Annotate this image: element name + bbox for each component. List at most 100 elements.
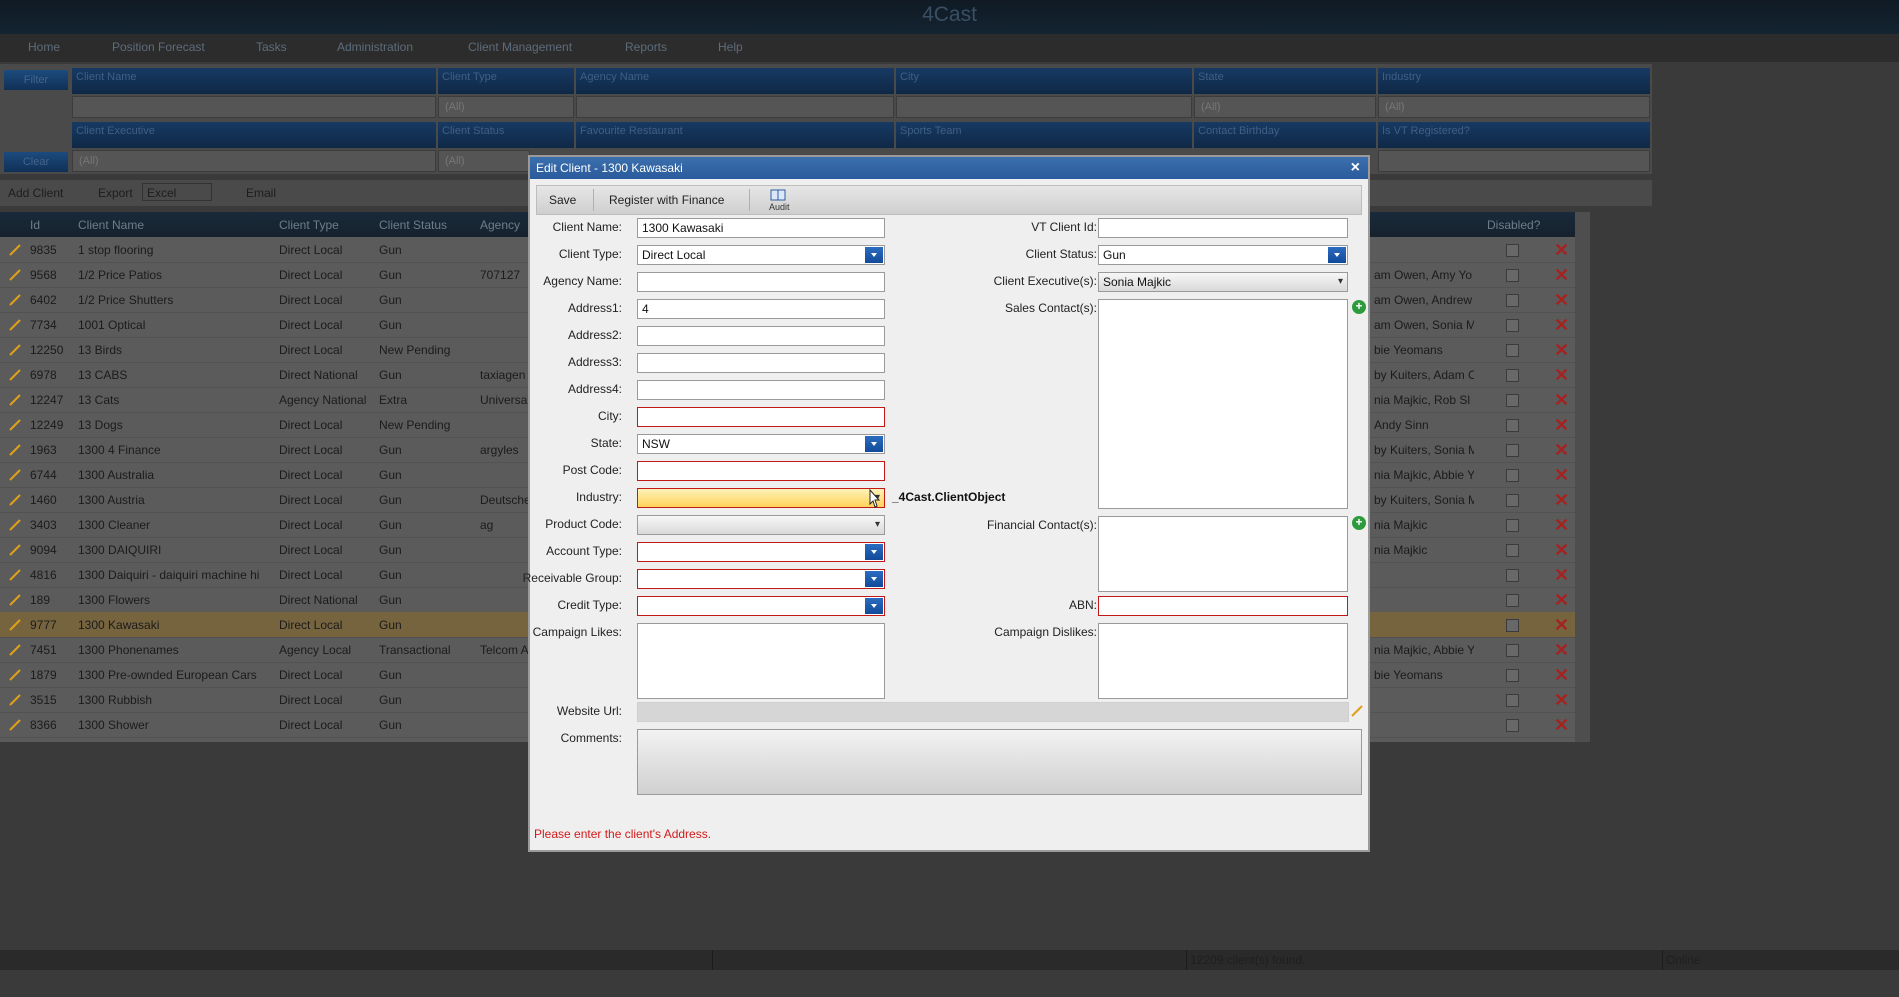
disabled-checkbox[interactable]	[1506, 294, 1519, 307]
delete-icon[interactable]: ✕	[1554, 290, 1569, 311]
client-type-select[interactable]: Direct Local	[637, 245, 885, 265]
grid-scrollbar[interactable]	[1575, 212, 1590, 742]
pencil-icon[interactable]	[8, 643, 22, 657]
add-client-button[interactable]: Add Client	[8, 186, 63, 200]
pencil-icon[interactable]	[8, 418, 22, 432]
filter-state-select[interactable]: (All)	[1194, 96, 1376, 118]
vt-client-id-input[interactable]	[1098, 218, 1348, 238]
col-client-type[interactable]: Client Type	[279, 218, 339, 232]
disabled-checkbox[interactable]	[1506, 269, 1519, 282]
client-status-select[interactable]: Gun	[1098, 245, 1348, 265]
pencil-icon[interactable]	[8, 518, 22, 532]
filter-industry-select[interactable]: (All)	[1378, 96, 1650, 118]
abn-input[interactable]	[1098, 596, 1348, 616]
pencil-icon[interactable]	[8, 268, 22, 282]
menu-home[interactable]: Home	[28, 40, 60, 54]
delete-icon[interactable]: ✕	[1554, 640, 1569, 661]
state-select[interactable]: NSW	[637, 434, 885, 454]
delete-icon[interactable]: ✕	[1554, 615, 1569, 636]
campaign-likes-textarea[interactable]	[637, 623, 885, 699]
comments-textarea[interactable]	[637, 729, 1362, 795]
disabled-checkbox[interactable]	[1506, 419, 1519, 432]
disabled-checkbox[interactable]	[1506, 569, 1519, 582]
delete-icon[interactable]: ✕	[1554, 415, 1569, 436]
disabled-checkbox[interactable]	[1506, 469, 1519, 482]
delete-icon[interactable]: ✕	[1554, 715, 1569, 736]
delete-icon[interactable]: ✕	[1554, 515, 1569, 536]
financial-contacts-list[interactable]	[1098, 516, 1348, 592]
disabled-checkbox[interactable]	[1506, 494, 1519, 507]
agency-name-input[interactable]	[637, 272, 885, 292]
filter-city-input[interactable]	[896, 96, 1192, 118]
chevron-down-icon[interactable]	[865, 436, 883, 452]
clear-button[interactable]: Clear	[4, 152, 68, 172]
filter-client-name-input[interactable]	[72, 96, 436, 118]
delete-icon[interactable]: ✕	[1554, 390, 1569, 411]
pencil-icon[interactable]	[8, 543, 22, 557]
client-executive-select[interactable]: Sonia Majkic	[1098, 272, 1348, 292]
delete-icon[interactable]: ✕	[1554, 465, 1569, 486]
disabled-checkbox[interactable]	[1506, 519, 1519, 532]
industry-select[interactable]	[637, 488, 885, 508]
chevron-down-icon[interactable]	[1328, 247, 1346, 263]
credit-type-select[interactable]	[637, 596, 885, 616]
delete-icon[interactable]: ✕	[1554, 565, 1569, 586]
delete-icon[interactable]: ✕	[1554, 315, 1569, 336]
disabled-checkbox[interactable]	[1506, 444, 1519, 457]
menu-help[interactable]: Help	[718, 40, 743, 54]
pencil-icon[interactable]	[8, 293, 22, 307]
col-client-name[interactable]: Client Name	[78, 218, 144, 232]
filter-agency-name-input[interactable]	[576, 96, 894, 118]
pencil-icon[interactable]	[8, 493, 22, 507]
city-input[interactable]	[637, 407, 885, 427]
disabled-checkbox[interactable]	[1506, 319, 1519, 332]
register-finance-button[interactable]: Register with Finance	[609, 193, 724, 207]
filter-client-status-select[interactable]: (All)	[438, 150, 530, 172]
export-format-select[interactable]: Excel	[142, 183, 212, 201]
disabled-checkbox[interactable]	[1506, 544, 1519, 557]
save-button[interactable]: Save	[549, 193, 576, 207]
pencil-icon[interactable]	[8, 668, 22, 682]
pencil-icon[interactable]	[8, 393, 22, 407]
pencil-icon[interactable]	[8, 718, 22, 732]
client-name-input[interactable]: 1300 Kawasaki	[637, 218, 885, 238]
address2-input[interactable]	[637, 326, 885, 346]
delete-icon[interactable]: ✕	[1554, 240, 1569, 261]
menu-position-forecast[interactable]: Position Forecast	[112, 40, 205, 54]
campaign-dislikes-textarea[interactable]	[1098, 623, 1348, 699]
disabled-checkbox[interactable]	[1506, 719, 1519, 732]
pencil-icon[interactable]	[8, 243, 22, 257]
delete-icon[interactable]: ✕	[1554, 690, 1569, 711]
audit-button[interactable]: Audit	[761, 188, 797, 214]
post-code-input[interactable]	[637, 461, 885, 481]
receivable-group-select[interactable]	[637, 569, 885, 589]
menu-administration[interactable]: Administration	[337, 40, 413, 54]
delete-icon[interactable]: ✕	[1554, 540, 1569, 561]
disabled-checkbox[interactable]	[1506, 344, 1519, 357]
disabled-checkbox[interactable]	[1506, 619, 1519, 632]
col-id[interactable]: Id	[30, 218, 40, 232]
sales-contacts-list[interactable]	[1098, 299, 1348, 509]
pencil-icon[interactable]	[8, 318, 22, 332]
chevron-down-icon[interactable]	[865, 571, 883, 587]
chevron-down-icon[interactable]	[865, 247, 883, 263]
pencil-icon[interactable]	[8, 468, 22, 482]
product-code-select[interactable]	[637, 515, 885, 535]
chevron-down-icon[interactable]	[865, 544, 883, 560]
disabled-checkbox[interactable]	[1506, 594, 1519, 607]
menu-reports[interactable]: Reports	[625, 40, 667, 54]
website-url-input[interactable]	[637, 702, 1349, 722]
address1-input[interactable]: 4	[637, 299, 885, 319]
col-disabled[interactable]: Disabled?	[1487, 218, 1540, 232]
delete-icon[interactable]: ✕	[1554, 665, 1569, 686]
pencil-icon[interactable]	[8, 618, 22, 632]
close-button[interactable]: ×	[1351, 157, 1360, 179]
menu-client-management[interactable]: Client Management	[468, 40, 572, 54]
delete-icon[interactable]: ✕	[1554, 590, 1569, 611]
pencil-icon[interactable]	[8, 593, 22, 607]
filter-client-type-select[interactable]: (All)	[438, 96, 574, 118]
delete-icon[interactable]: ✕	[1554, 365, 1569, 386]
filter-vt-registered-checkbox[interactable]	[1378, 150, 1650, 172]
filter-button[interactable]: Filter	[4, 70, 68, 90]
disabled-checkbox[interactable]	[1506, 369, 1519, 382]
